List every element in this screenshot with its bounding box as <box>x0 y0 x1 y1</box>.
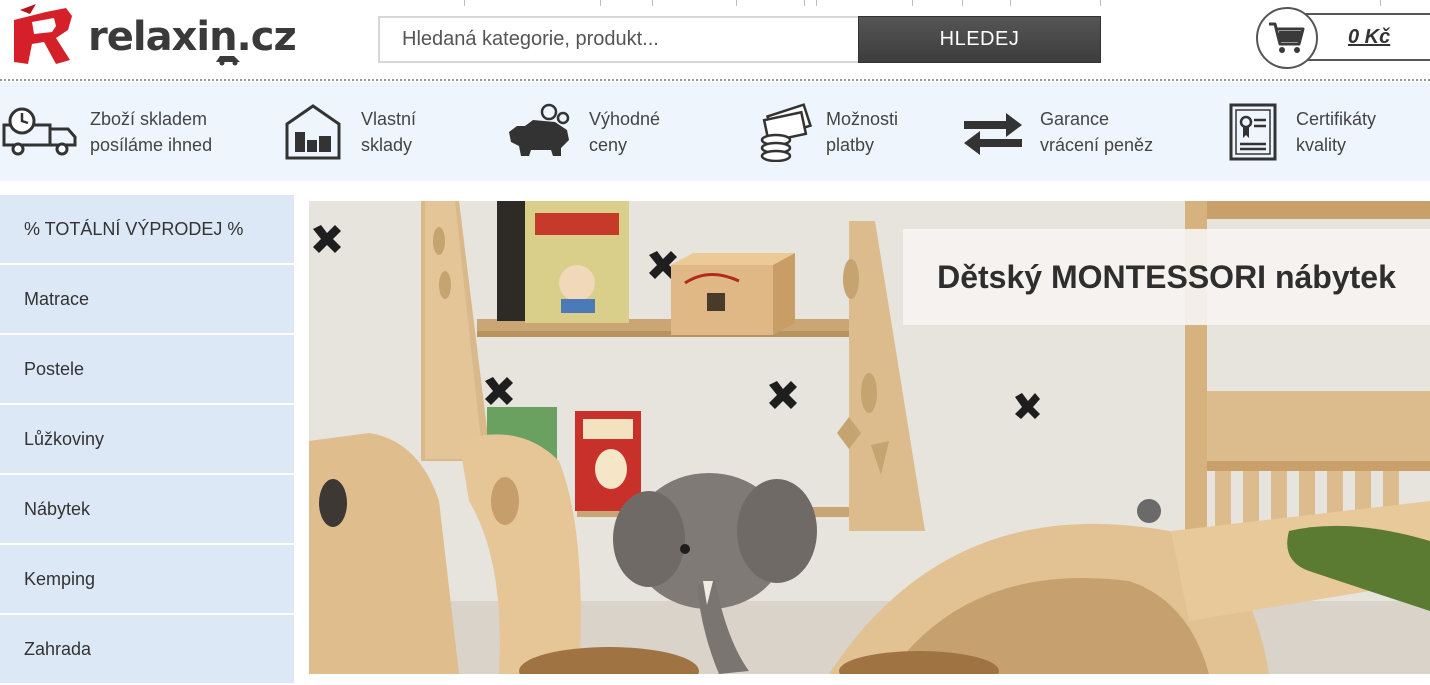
sidebar-item-nabytek[interactable]: Nábytek <box>0 475 294 543</box>
category-sidebar: % TOTÁLNÍ VÝPRODEJ % Matrace Postele Lůž… <box>0 195 294 685</box>
site-logo[interactable]: relaxin.cz <box>6 2 306 68</box>
benefit-text: Certifikáty kvality <box>1296 108 1377 155</box>
sidebar-item-luzkoviny[interactable]: Lůžkoviny <box>0 405 294 473</box>
benefit-item[interactable]: Certifikáty kvality <box>1228 82 1376 181</box>
cart-price[interactable]: 0 Kč <box>1348 26 1390 49</box>
benefit-item[interactable]: Vlastní sklady <box>283 82 416 181</box>
warehouse-icon <box>285 103 341 159</box>
logo-car-icon <box>216 56 240 66</box>
piggy-bank-icon <box>509 103 570 156</box>
promo-banner[interactable]: Dětský MONTESSORI nábytek <box>309 201 1430 674</box>
benefit-text: Garance vrácení peněz <box>1040 108 1154 155</box>
cart-button[interactable] <box>1256 7 1318 69</box>
exchange-arrows-icon <box>964 112 1022 155</box>
money-icon <box>760 102 812 162</box>
certificate-icon <box>1229 103 1277 160</box>
benefit-item[interactable]: Možnosti platby <box>756 82 898 181</box>
benefit-text: Výhodné ceny <box>589 108 661 155</box>
search-input[interactable] <box>378 16 860 63</box>
benefit-text: Vlastní sklady <box>361 108 417 155</box>
site-header: relaxin.cz HLEDEJ 0 Kč <box>0 0 1430 80</box>
sidebar-item-matrace[interactable]: Matrace <box>0 265 294 333</box>
sidebar-item-vyprodej[interactable]: % TOTÁLNÍ VÝPRODEJ % <box>0 195 294 263</box>
logo-text: relaxin.cz <box>88 14 297 60</box>
header-divider <box>0 79 1430 81</box>
benefits-bar: Zboží skladem posíláme ihned Vlastní skl… <box>0 82 1430 181</box>
sidebar-item-postele[interactable]: Postele <box>0 335 294 403</box>
sidebar-item-kemping[interactable]: Kemping <box>0 545 294 613</box>
search-button[interactable]: HLEDEJ <box>858 16 1101 63</box>
benefit-item[interactable]: Zboží skladem posíláme ihned <box>2 82 212 181</box>
benefit-item[interactable]: Garance vrácení peněz <box>962 82 1153 181</box>
logo-r-icon <box>14 4 72 64</box>
sidebar-item-zahrada[interactable]: Zahrada <box>0 615 294 683</box>
benefit-text: Zboží skladem posíláme ihned <box>90 108 213 155</box>
delivery-truck-icon <box>2 107 77 155</box>
banner-caption: Dětský MONTESSORI nábytek <box>903 229 1430 325</box>
shopping-cart-icon <box>1269 22 1305 53</box>
benefit-item[interactable]: Výhodné ceny <box>503 82 660 181</box>
benefit-text: Možnosti platby <box>826 108 899 155</box>
top-menu-dividers <box>380 0 1430 6</box>
